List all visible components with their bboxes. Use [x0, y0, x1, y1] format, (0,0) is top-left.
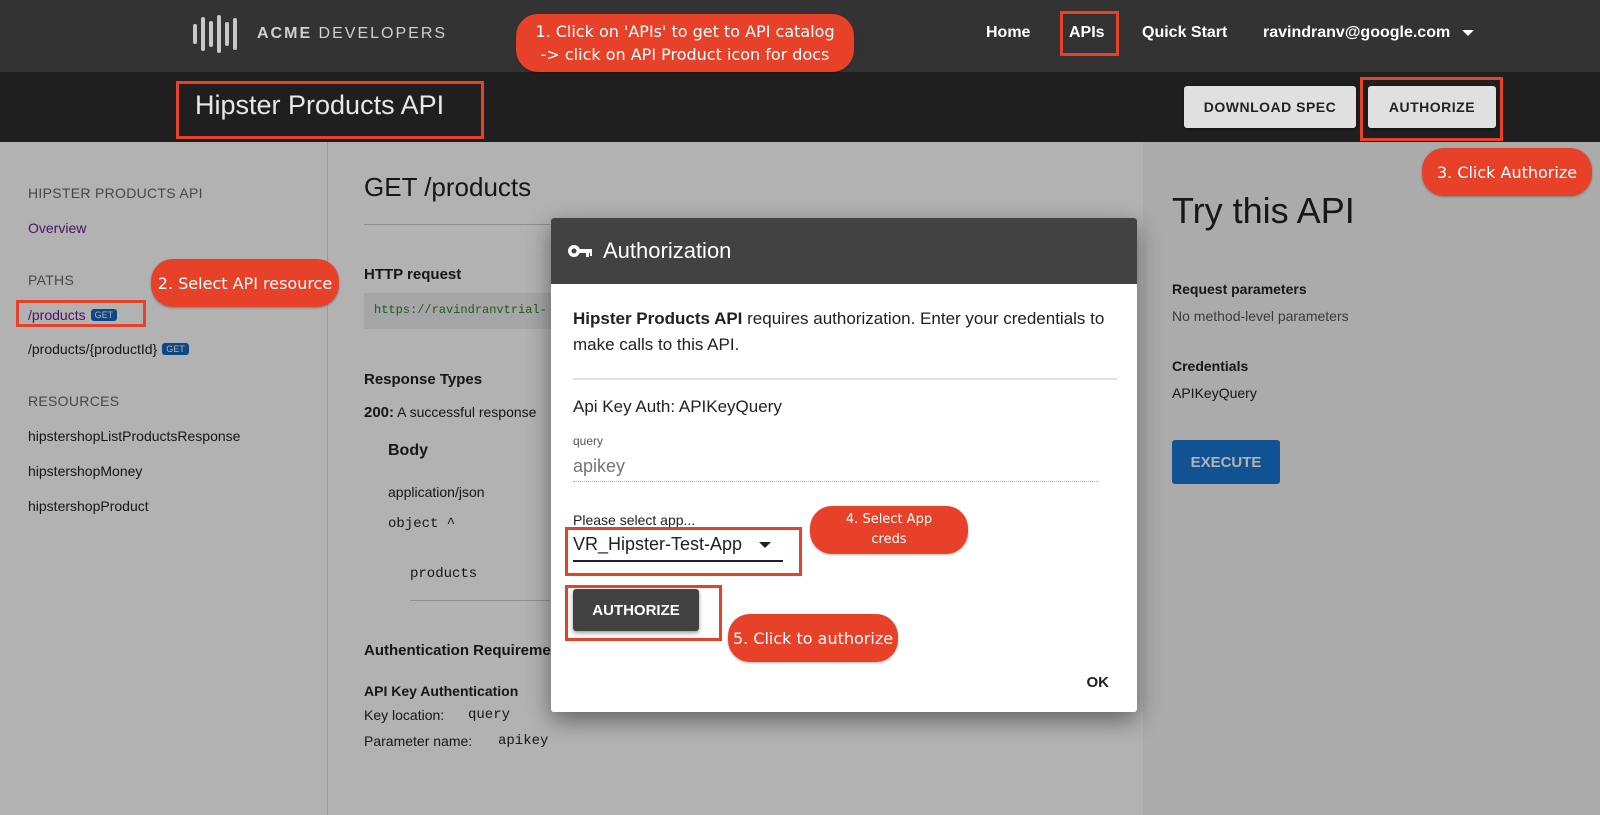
annotation-step-4: 4. Select App creds	[810, 506, 968, 554]
nav-home[interactable]: Home	[986, 24, 1030, 42]
auth-type-label: Api Key Auth: APIKeyQuery	[573, 397, 782, 416]
apikey-input[interactable]	[573, 452, 1099, 482]
nav-quick-start[interactable]: Quick Start	[1142, 24, 1227, 42]
annotation-step-5: 5. Click to authorize	[728, 614, 898, 662]
chevron-down-icon	[1462, 29, 1475, 36]
user-menu[interactable]: ravindranv@google.com	[1263, 24, 1475, 42]
highlight-products-path	[16, 300, 146, 327]
dialog-header: Authorization	[551, 218, 1137, 284]
download-spec-button[interactable]: DOWNLOAD SPEC	[1184, 86, 1356, 128]
annotation-step-1-line-2: -> click on API Product icon for docs	[540, 45, 830, 64]
annotation-step-3: 3. Click Authorize	[1422, 148, 1592, 196]
highlight-app-select	[565, 527, 802, 576]
dialog-title: Authorization	[603, 238, 732, 263]
key-icon	[568, 245, 592, 257]
dialog-api-name: Hipster Products API	[573, 309, 743, 328]
highlight-authorize	[1360, 77, 1503, 141]
highlight-apis	[1060, 11, 1119, 56]
highlight-dialog-authorize	[565, 585, 722, 641]
user-email: ravindranv@google.com	[1263, 24, 1451, 41]
ok-button[interactable]: OK	[1087, 674, 1110, 691]
annotation-step-1-line-1: 1. Click on 'APIs' to get to API catalog	[535, 22, 835, 41]
logo-bars-icon	[193, 15, 237, 53]
dialog-description: Hipster Products API requires authorizat…	[573, 306, 1113, 358]
annotation-step-1: 1. Click on 'APIs' to get to API catalog…	[516, 14, 854, 72]
query-field-label: query	[573, 434, 604, 448]
annotation-step-4-line-1: 4. Select App	[845, 512, 933, 527]
annotation-step-2: 2. Select API resource	[151, 259, 339, 307]
highlight-page-title	[176, 81, 484, 139]
logo-text: ACME DEVELOPERS	[257, 25, 448, 42]
select-app-label: Please select app...	[573, 512, 696, 528]
dialog-divider	[573, 378, 1117, 380]
annotation-step-4-line-2: creds	[871, 532, 907, 547]
acme-logo[interactable]: ACME DEVELOPERS	[193, 14, 447, 54]
